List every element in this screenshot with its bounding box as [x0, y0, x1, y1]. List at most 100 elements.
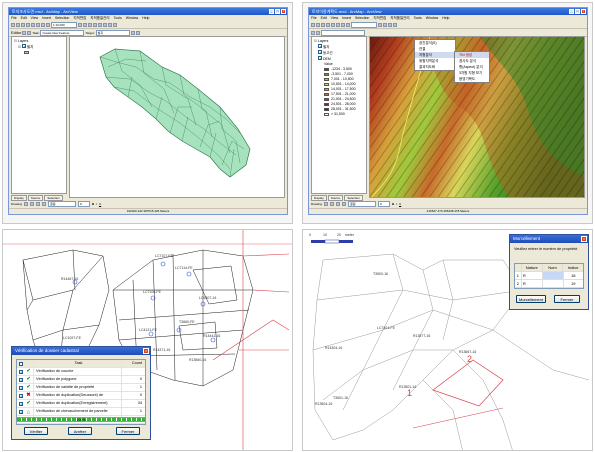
select-elements-icon[interactable] [24, 202, 29, 206]
drawing-menu[interactable]: Drawing [11, 202, 22, 206]
underline-button[interactable]: U [99, 202, 101, 206]
print-icon[interactable] [326, 22, 330, 27]
close-dialog-button[interactable]: Fermer [116, 427, 140, 435]
table-row[interactable]: ✓ ✖ Vérification de duplication(Deuxsont) … [17, 392, 145, 400]
zoom-out-icon[interactable] [83, 22, 87, 27]
index-cell[interactable]: 19 [562, 280, 583, 287]
find-icon[interactable] [108, 22, 112, 27]
rectangle-icon[interactable] [336, 202, 341, 206]
menu-selection[interactable]: Selection [355, 15, 369, 21]
scale-combo[interactable]: 1:10,000 [51, 21, 77, 28]
font-combo[interactable]: 굴림 [348, 201, 377, 207]
table-row[interactable]: 1 R 18 [515, 272, 583, 280]
edit-tool-icon[interactable] [22, 30, 27, 35]
close-button[interactable]: × [581, 9, 586, 14]
menu-edit[interactable]: Edit [321, 15, 327, 21]
task-combo[interactable]: Create New Feature [40, 29, 85, 36]
rectangle-icon[interactable] [36, 202, 41, 206]
maximize-button[interactable]: □ [575, 9, 580, 14]
row-checkbox[interactable]: ✓ [18, 409, 23, 414]
edit-tool-icon[interactable] [311, 30, 315, 35]
italic-button[interactable]: I [396, 202, 397, 206]
menu-tools[interactable]: Tools [414, 15, 422, 21]
rotate-icon[interactable] [30, 202, 35, 206]
menu-file[interactable]: File [311, 15, 317, 21]
row-checkbox[interactable]: ✓ [18, 377, 23, 382]
cut-icon[interactable] [331, 22, 335, 27]
sketch-tool-icon[interactable] [27, 30, 32, 35]
open-icon[interactable] [16, 22, 20, 27]
italic-button[interactable]: I [96, 202, 97, 206]
index-cell[interactable]: 18 [562, 272, 583, 279]
row-checkbox[interactable]: ✓ [18, 385, 23, 390]
bold-button[interactable]: B [92, 202, 94, 206]
toc-layer-parcel[interactable]: 필지 [323, 45, 329, 49]
toc-layer-parcel[interactable]: 필지 [27, 45, 33, 49]
task-combo[interactable] [321, 29, 365, 36]
toc-layer-dem[interactable]: DEM [323, 57, 331, 61]
menu-insert[interactable]: Insert [42, 15, 51, 21]
row-checkbox[interactable]: ✓ [18, 369, 23, 374]
select-icon[interactable] [103, 22, 107, 27]
identify-icon[interactable] [98, 22, 102, 27]
zoom-in-icon[interactable] [78, 22, 82, 27]
copy-icon[interactable] [336, 22, 340, 27]
menu-view[interactable]: View [331, 15, 339, 21]
menu-cadastral-quality[interactable]: 지적품질관리 [390, 15, 409, 21]
undo-icon[interactable] [346, 22, 350, 27]
name-cell[interactable] [542, 272, 563, 279]
table-row[interactable]: ✓ ✔ Vérification de couche [17, 368, 145, 376]
identify-icon[interactable] [393, 22, 397, 27]
toc-layers[interactable]: Layers [18, 39, 29, 43]
editor-menu[interactable]: Editor [11, 30, 21, 35]
text-icon[interactable] [342, 202, 347, 206]
dialog-close-button[interactable]: × [143, 348, 149, 354]
subdivide-button[interactable]: Morcellement [516, 295, 546, 303]
select-all-checkbox[interactable] [18, 361, 23, 366]
name-cell[interactable] [542, 280, 562, 287]
save-icon[interactable] [21, 22, 25, 27]
select-elements-icon[interactable] [324, 202, 329, 206]
menu-cadastral-edit[interactable]: 지적편집 [373, 15, 386, 21]
menu-help[interactable]: Help [442, 15, 449, 21]
menu-cadastral-quality[interactable]: 지적품질관리 [90, 15, 109, 21]
row-checkbox[interactable]: ✓ [18, 401, 23, 406]
scale-combo[interactable] [351, 21, 377, 28]
pan-icon[interactable] [88, 22, 92, 27]
copy-icon[interactable] [36, 22, 40, 27]
menu-edit[interactable]: Edit [21, 15, 27, 21]
menu-help[interactable]: Help [142, 15, 149, 21]
pan-icon[interactable] [388, 22, 392, 27]
menu-view[interactable]: View [31, 15, 39, 21]
zoom-in-icon[interactable] [378, 22, 382, 27]
font-size-combo[interactable]: 9 [78, 201, 91, 207]
menu-file[interactable]: File [11, 15, 17, 21]
close-dialog-button[interactable]: Fermer [554, 295, 580, 303]
toc-layers[interactable]: Layers [318, 39, 329, 43]
table-row[interactable]: ✓ ✔ Vérification de validité de propriété 1 [17, 384, 145, 392]
toc-layer-contour[interactable]: 등고선 [323, 51, 333, 55]
row-checkbox[interactable]: ✓ [18, 393, 23, 398]
table-row[interactable]: ✓ △ Vérification de chevauchement de parce… [17, 408, 145, 416]
menu-selection[interactable]: Selection [55, 15, 69, 21]
table-row[interactable]: ✓ ✔ Vérification de polygone 0 [17, 376, 145, 384]
menu-item-result-mapping[interactable]: 결과지도화 [415, 64, 455, 70]
minimize-button[interactable]: _ [569, 9, 574, 14]
menu-cadastral-edit[interactable]: 지적편집 [73, 15, 86, 21]
underline-button[interactable]: U [399, 202, 401, 206]
sketch-properties-icon[interactable] [135, 30, 140, 35]
table-row[interactable]: ✓ ✔ Vérification de duplication(Enregistre… [17, 400, 145, 408]
paste-icon[interactable] [341, 22, 345, 27]
open-icon[interactable] [316, 22, 320, 27]
dialog-close-button[interactable]: × [581, 236, 587, 242]
new-icon[interactable] [11, 22, 15, 27]
nature-cell[interactable]: R [520, 272, 542, 279]
save-icon[interactable] [321, 22, 325, 27]
bold-button[interactable]: B [392, 202, 394, 206]
table-row[interactable]: 2 R 19 [515, 280, 583, 288]
drawing-menu[interactable]: Drawing [311, 202, 322, 206]
zoom-out-icon[interactable] [383, 22, 387, 27]
target-combo[interactable]: 필지 [95, 29, 130, 36]
font-size-combo[interactable]: 9 [378, 201, 391, 207]
full-extent-icon[interactable] [93, 22, 97, 27]
